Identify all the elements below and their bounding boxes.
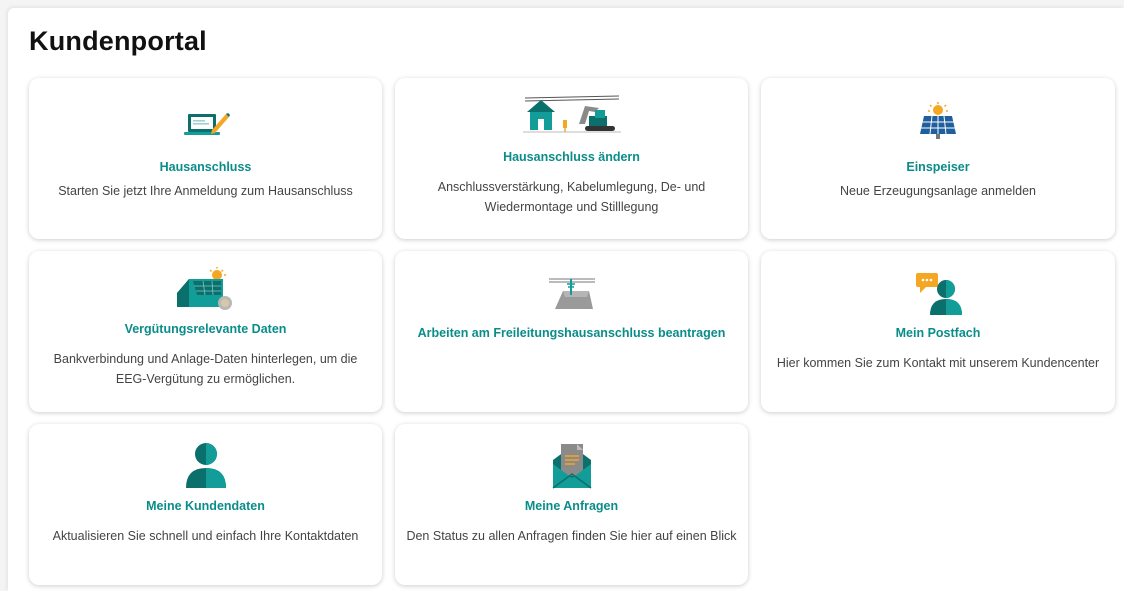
tile-description: Aktualisieren Sie schnell und einfach Ih… bbox=[52, 529, 359, 543]
tile-hausanschluss[interactable]: Hausanschluss Starten Sie jetzt Ihre Anm… bbox=[29, 78, 382, 239]
overhead-line-icon bbox=[395, 275, 748, 311]
laptop-pencil-icon bbox=[29, 108, 382, 138]
tile-meine-anfragen[interactable]: Meine Anfragen Den Status zu allen Anfra… bbox=[395, 424, 748, 585]
solar-panel-icon bbox=[761, 102, 1115, 140]
tile-title: Arbeiten am Freileitungshausanschluss be… bbox=[417, 326, 726, 340]
tile-title: Meine Kundendaten bbox=[146, 499, 265, 513]
tile-meine-kundendaten[interactable]: Meine Kundendaten Aktualisieren Sie schn… bbox=[29, 424, 382, 585]
person-icon bbox=[29, 442, 382, 488]
solar-roof-icon bbox=[29, 267, 382, 311]
envelope-document-icon bbox=[395, 442, 748, 490]
tile-einspeiser[interactable]: Einspeiser Neue Erzeugungsanlage anmelde… bbox=[761, 78, 1115, 239]
tile-verguetungsrelevante-daten[interactable]: Vergütungsrelevante Daten Bankverbindung… bbox=[29, 251, 382, 412]
tile-description: Neue Erzeugungsanlage anmelden bbox=[840, 184, 1036, 198]
person-chat-icon bbox=[761, 271, 1115, 315]
tile-hausanschluss-aendern[interactable]: Hausanschluss ändern Anschlussverstärkun… bbox=[395, 78, 748, 239]
tile-title: Vergütungsrelevante Daten bbox=[124, 322, 287, 336]
tile-title: Hausanschluss ändern bbox=[503, 150, 640, 164]
page-container: Kundenportal Hausanschluss Starten Sie j… bbox=[8, 8, 1124, 591]
tile-description: Bankverbindung und Anlage-Daten hinterle… bbox=[53, 352, 358, 386]
tile-description: Starten Sie jetzt Ihre Anmeldung zum Hau… bbox=[58, 184, 353, 198]
tile-description: Anschlussverstärkung, Kabelumlegung, De-… bbox=[437, 180, 706, 214]
house-excavator-icon bbox=[395, 94, 748, 134]
tile-title: Mein Postfach bbox=[895, 326, 981, 340]
page-title: Kundenportal bbox=[29, 26, 207, 56]
tile-grid: Hausanschluss Starten Sie jetzt Ihre Anm… bbox=[29, 78, 1115, 585]
tile-title: Einspeiser bbox=[906, 160, 970, 174]
tile-description: Den Status zu allen Anfragen finden Sie … bbox=[406, 529, 737, 543]
tile-mein-postfach[interactable]: Mein Postfach Hier kommen Sie zum Kontak… bbox=[761, 251, 1115, 412]
tile-freileitungshausanschluss[interactable]: Arbeiten am Freileitungshausanschluss be… bbox=[395, 251, 748, 412]
tile-title: Hausanschluss bbox=[159, 160, 252, 174]
tile-description: Hier kommen Sie zum Kontakt mit unserem … bbox=[776, 356, 1100, 370]
tile-title: Meine Anfragen bbox=[524, 499, 619, 513]
